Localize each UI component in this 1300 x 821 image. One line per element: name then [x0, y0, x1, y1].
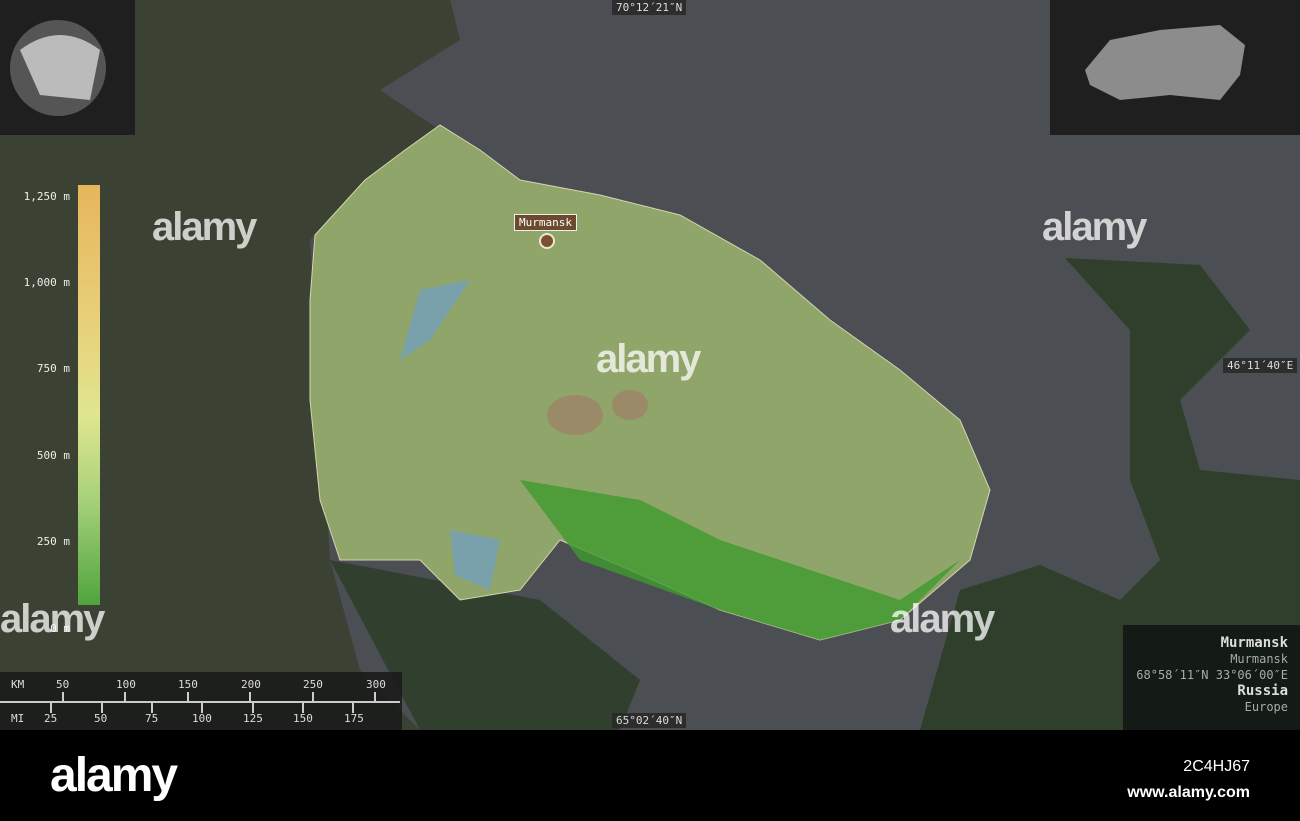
mi-tick: [151, 703, 153, 713]
scale-bar: KM 50 100 150 200 250 300 MI 25 50 75 10…: [0, 672, 402, 730]
russia-outline-icon: [1085, 25, 1245, 100]
km-tick-label: 150: [178, 678, 198, 691]
info-country: Russia: [1237, 683, 1288, 699]
mi-tick-label: 125: [243, 712, 263, 725]
watermark: alamy: [890, 597, 995, 641]
footer-info: 2C4HJ67 www.alamy.com: [1127, 754, 1250, 806]
legend-label: 250 m: [36, 535, 70, 548]
km-tick: [374, 692, 376, 702]
mi-tick-label: 25: [44, 712, 58, 725]
scale-mi-unit: MI: [11, 712, 25, 725]
coord-top: 70°12´21″N: [612, 0, 687, 15]
city-marker-icon[interactable]: [539, 233, 555, 249]
watermark: alamy: [0, 597, 105, 641]
mi-tick: [201, 703, 203, 713]
location-info-panel: Murmansk Murmansk 68°58´11″N 33°06´00″E …: [1123, 625, 1300, 730]
mi-tick-label: 150: [293, 712, 313, 725]
legend-label: 1,250 m: [23, 190, 70, 203]
info-region: Murmansk: [1230, 652, 1288, 666]
city-label: Murmansk: [514, 214, 577, 231]
country-inset: [1050, 0, 1300, 135]
mi-tick-label: 175: [344, 712, 364, 725]
watermark: alamy: [596, 337, 701, 381]
image-id: 2C4HJ67: [1183, 758, 1250, 775]
km-tick-label: 200: [241, 678, 261, 691]
mi-tick: [302, 703, 304, 713]
elevation-legend-bar: [78, 185, 100, 605]
legend-label: 750 m: [36, 362, 70, 375]
km-tick-label: 300: [366, 678, 386, 691]
globe-icon: [10, 20, 106, 116]
km-tick: [312, 692, 314, 702]
km-tick-label: 50: [56, 678, 70, 691]
mi-tick: [101, 703, 103, 713]
mi-tick: [352, 703, 354, 713]
mi-tick: [50, 703, 52, 713]
footer: alamy 2C4HJ67 www.alamy.com: [0, 730, 1300, 821]
mi-tick-label: 100: [192, 712, 212, 725]
legend-label: 500 m: [36, 449, 70, 462]
legend-label: 1,000 m: [23, 276, 70, 289]
mi-tick: [252, 703, 254, 713]
km-tick: [62, 692, 64, 702]
coord-right: 46°11´40″E: [1223, 358, 1298, 373]
km-tick: [124, 692, 126, 702]
watermark: alamy: [1042, 205, 1147, 249]
km-tick: [187, 692, 189, 702]
mi-tick-label: 75: [145, 712, 159, 725]
km-tick: [249, 692, 251, 702]
info-coordinates: 68°58´11″N 33°06´00″E: [1136, 668, 1288, 682]
scale-km-unit: KM: [11, 678, 25, 691]
km-tick-label: 250: [303, 678, 323, 691]
map[interactable]: 70°12´21″N 65°02´40″N 46°11´40″E 1,250 m…: [0, 0, 1300, 730]
info-continent: Europe: [1244, 700, 1288, 714]
watermark: alamy: [152, 205, 257, 249]
alamy-logo[interactable]: alamy: [50, 748, 178, 803]
site-url[interactable]: www.alamy.com: [1127, 780, 1250, 806]
info-name: Murmansk: [1220, 635, 1288, 651]
globe-inset: [0, 0, 135, 135]
mi-tick-label: 50: [94, 712, 108, 725]
coord-bottom: 65°02´40″N: [612, 713, 687, 728]
km-tick-label: 100: [116, 678, 136, 691]
